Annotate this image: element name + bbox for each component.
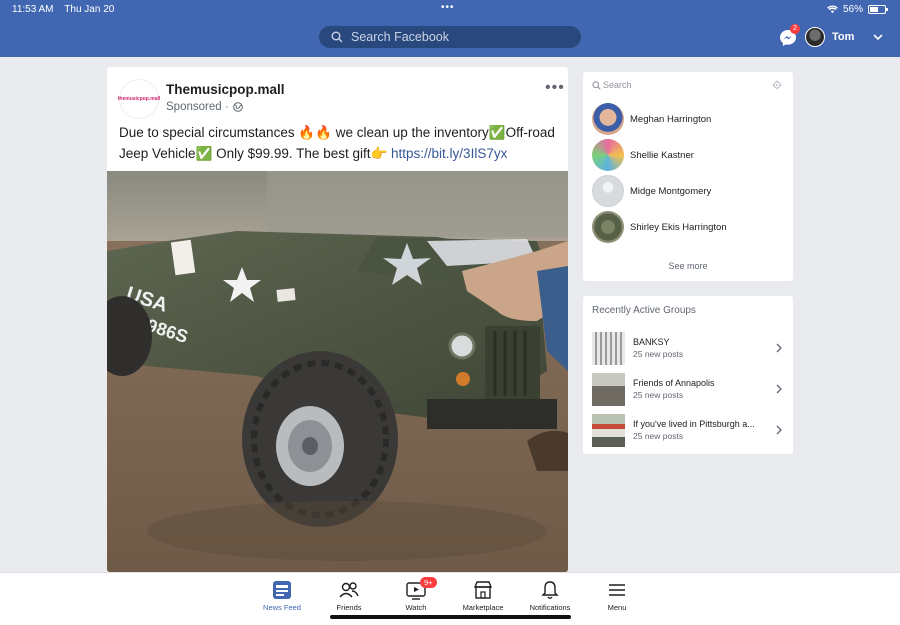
contact-name: Shellie Kastner xyxy=(630,149,694,161)
search-icon xyxy=(331,31,343,43)
page-avatar[interactable]: themusicpop.mall xyxy=(117,79,161,119)
contact-name: Midge Montgomery xyxy=(630,185,712,197)
chevron-right-icon xyxy=(776,384,782,394)
group-name: Friends of Annapolis xyxy=(633,378,715,388)
more-options-icon[interactable]: ••• xyxy=(545,79,565,97)
tab-label: Notifications xyxy=(529,603,571,612)
sponsored-text: Sponsored · xyxy=(166,101,229,113)
bell-icon xyxy=(541,581,559,599)
search-bar[interactable] xyxy=(319,26,581,48)
tab-menu[interactable]: Menu xyxy=(587,579,647,612)
see-more-link[interactable]: See more xyxy=(583,261,793,271)
contacts-search-placeholder: Search xyxy=(603,80,632,90)
group-name: BANKSY xyxy=(633,337,670,347)
news-feed-icon xyxy=(273,581,291,599)
contact-name: Meghan Harrington xyxy=(630,113,712,125)
top-bar: 11:53 AM Thu Jan 20 ••• 56% 2 Tom xyxy=(0,0,900,57)
contact-item[interactable]: Midge Montgomery xyxy=(592,174,787,208)
avatar xyxy=(592,175,624,207)
contact-item[interactable]: Meghan Harrington xyxy=(592,102,787,136)
status-right: 56% xyxy=(827,4,888,15)
group-posts: 25 new posts xyxy=(633,349,684,359)
search-icon xyxy=(592,80,601,90)
tab-notifications[interactable]: Notifications xyxy=(520,579,580,612)
groups-title: Recently Active Groups xyxy=(592,305,696,316)
tab-label: Menu xyxy=(607,603,627,612)
tab-label: Marketplace xyxy=(462,603,504,612)
group-posts: 25 new posts xyxy=(633,390,684,400)
chevron-down-icon[interactable] xyxy=(872,31,884,43)
contact-item[interactable]: Shellie Kastner xyxy=(592,138,787,172)
contacts-panel: Search Meghan Harrington Shellie Kastner… xyxy=(583,72,793,281)
tab-marketplace[interactable]: Marketplace xyxy=(453,579,513,612)
group-posts: 25 new posts xyxy=(633,431,684,441)
marketplace-icon xyxy=(473,581,493,599)
tab-news-feed[interactable]: News Feed xyxy=(252,579,312,612)
contact-item[interactable]: Shirley Ekis Harrington xyxy=(592,210,787,244)
profile-avatar[interactable] xyxy=(805,27,825,47)
contact-name: Shirley Ekis Harrington xyxy=(630,221,727,233)
messenger-badge: 2 xyxy=(790,24,800,34)
avatar xyxy=(592,103,624,135)
home-indicator[interactable] xyxy=(330,615,571,619)
search-input[interactable] xyxy=(351,30,551,44)
tab-label: News Feed xyxy=(263,603,301,612)
chevron-right-icon xyxy=(776,343,782,353)
friends-icon xyxy=(339,582,359,598)
post-text: Due to special circumstances 🔥🔥 we clean… xyxy=(119,122,559,164)
battery-percent: 56% xyxy=(842,4,863,15)
status-date: Thu Jan 20 xyxy=(64,4,115,15)
tab-watch[interactable]: Watch 9+ xyxy=(386,577,446,612)
group-item[interactable]: BANKSY 25 new posts xyxy=(592,332,787,366)
contacts-search[interactable]: Search xyxy=(592,80,632,90)
group-item[interactable]: Friends of Annapolis 25 new posts xyxy=(592,373,787,407)
post-link[interactable]: https://bit.ly/3IlS7yx xyxy=(391,146,507,161)
status-time: 11:53 AM xyxy=(12,4,54,15)
tab-label: Friends xyxy=(336,603,362,612)
battery-icon xyxy=(868,5,888,14)
recent-groups-panel: Recently Active Groups BANKSY 25 new pos… xyxy=(583,296,793,454)
group-thumbnail xyxy=(592,373,625,406)
group-name: If you've lived in Pittsburgh a... xyxy=(633,419,755,429)
group-item[interactable]: If you've lived in Pittsburgh a... 25 ne… xyxy=(592,414,787,448)
gear-icon[interactable] xyxy=(772,80,782,90)
avatar xyxy=(592,211,624,243)
menu-icon xyxy=(609,584,625,596)
status-time-date: 11:53 AM Thu Jan 20 xyxy=(12,4,114,15)
globe-icon xyxy=(232,102,243,112)
watch-badge: 9+ xyxy=(420,577,437,588)
chevron-right-icon xyxy=(776,425,782,435)
jeep-photo: USA 206986S xyxy=(107,171,568,572)
profile-name[interactable]: Tom xyxy=(832,31,854,43)
multitask-dots[interactable]: ••• xyxy=(441,2,455,13)
tab-label: Watch xyxy=(405,603,427,612)
wifi-icon xyxy=(827,5,838,14)
group-thumbnail xyxy=(592,414,625,447)
post-image[interactable]: USA 206986S xyxy=(107,171,568,572)
group-thumbnail xyxy=(592,332,625,365)
page-logo-text: themusicpop.mall xyxy=(117,96,161,102)
sponsored-label: Sponsored · xyxy=(166,101,243,113)
page-name[interactable]: Themusicpop.mall xyxy=(166,82,285,97)
avatar xyxy=(592,139,624,171)
tab-friends[interactable]: Friends xyxy=(319,579,379,612)
sponsored-post: themusicpop.mall Themusicpop.mall Sponso… xyxy=(107,67,568,572)
